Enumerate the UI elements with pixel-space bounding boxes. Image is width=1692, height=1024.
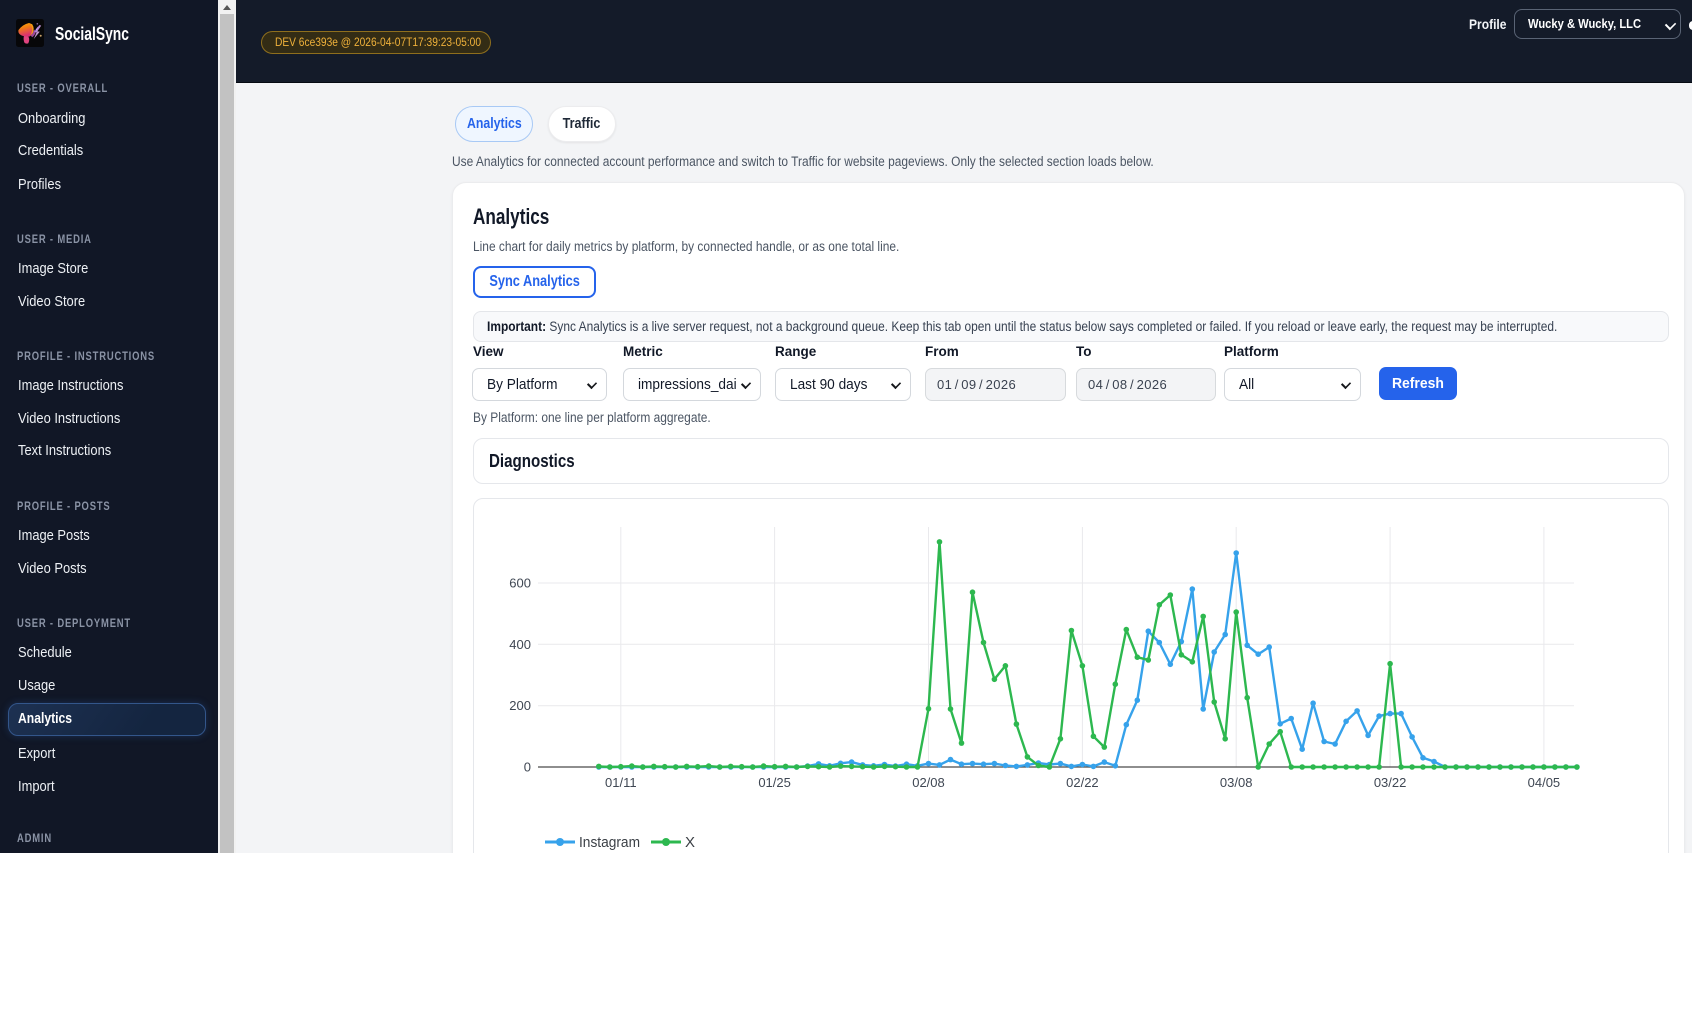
svg-text:03/08: 03/08 [1220, 775, 1253, 790]
svg-text:Instagram: Instagram [579, 834, 640, 851]
svg-text:600: 600 [509, 576, 531, 591]
svg-text:03/22: 03/22 [1374, 775, 1407, 790]
svg-text:200: 200 [509, 698, 531, 713]
svg-text:01/11: 01/11 [605, 775, 637, 790]
svg-text:02/08: 02/08 [912, 775, 945, 790]
svg-text:400: 400 [509, 637, 531, 652]
svg-text:04/05: 04/05 [1528, 775, 1561, 790]
svg-text:02/22: 02/22 [1066, 775, 1099, 790]
svg-text:X: X [685, 834, 695, 851]
svg-text:0: 0 [524, 760, 531, 775]
svg-text:01/25: 01/25 [758, 775, 791, 790]
